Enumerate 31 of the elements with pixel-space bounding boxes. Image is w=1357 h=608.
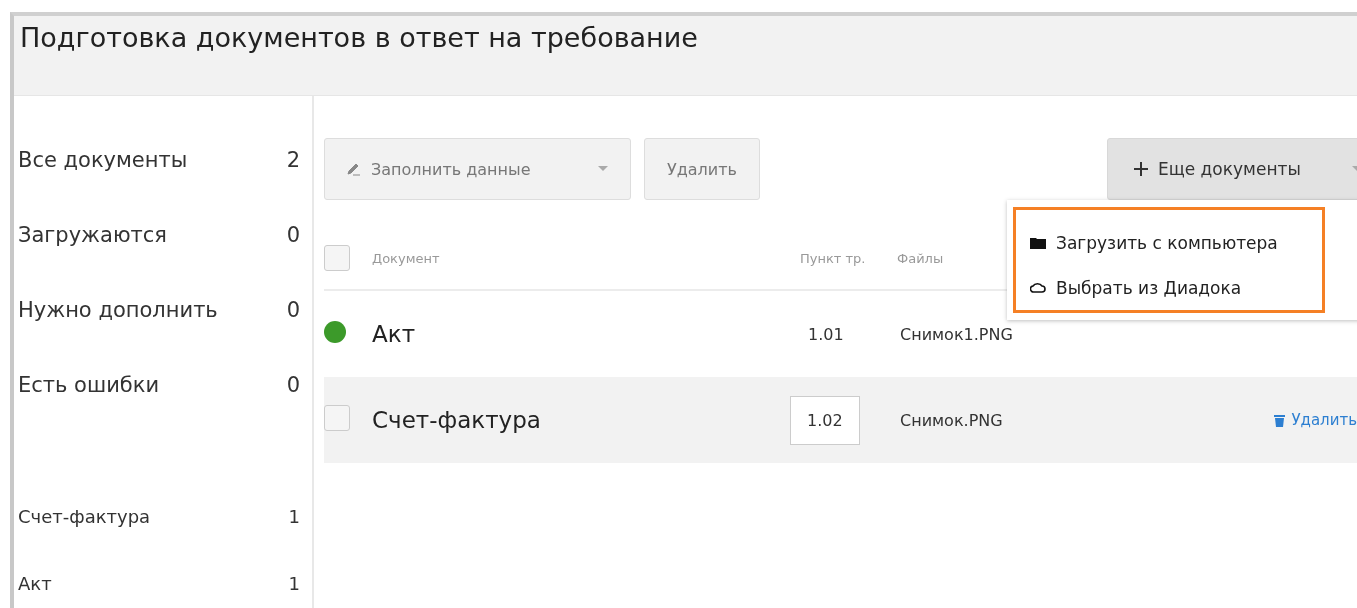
plus-icon (1134, 162, 1148, 176)
sidebar-item[interactable]: Счет-фактура 1 (14, 506, 312, 573)
cloud-icon (1030, 282, 1046, 293)
document-name: Акт (372, 321, 417, 347)
sidebar-item[interactable]: Акт 1 (14, 573, 312, 608)
pencil-icon (347, 162, 361, 176)
menu-item[interactable]: Выбрать из Диадока (1030, 265, 1322, 310)
sidebar-item[interactable]: Все документы 2 (14, 148, 312, 223)
file-name: Снимок1.PNG (900, 324, 1014, 344)
column-header: Документ (372, 250, 441, 266)
sidebar-item[interactable]: Есть ошибки 0 (14, 373, 312, 448)
table-row[interactable]: Счет-фактура 1.02 Снимок.PNG Удалить (324, 377, 1357, 463)
row-checkbox[interactable] (324, 405, 350, 431)
point-input-field[interactable]: 1.02 (790, 395, 860, 445)
folder-icon (1030, 236, 1046, 249)
select-all-checkbox[interactable] (324, 245, 350, 271)
column-header: Файлы (897, 250, 944, 266)
file-name: Снимок.PNG (900, 410, 1004, 430)
delete-link[interactable]: Удалить (1274, 411, 1357, 429)
sidebar-item[interactable]: Нужно дополнить 0 (14, 298, 312, 373)
trash-icon (1274, 413, 1286, 427)
more-documents-button[interactable]: Еще документы (1107, 138, 1357, 200)
document-name: Счет-фактура (372, 407, 542, 433)
sidebar-item[interactable]: Загружаются 0 (14, 223, 312, 298)
delete-button[interactable]: Удалить (644, 138, 760, 200)
column-header: Пункт тр. (800, 250, 867, 266)
window-title: Подготовка документов в ответ на требование (20, 22, 698, 53)
point-number: 1.01 (807, 324, 844, 344)
fill-data-button[interactable]: Заполнить данные (324, 138, 631, 200)
caret-icon (598, 166, 608, 172)
menu-item[interactable]: Загрузить с компьютера (1030, 220, 1322, 265)
